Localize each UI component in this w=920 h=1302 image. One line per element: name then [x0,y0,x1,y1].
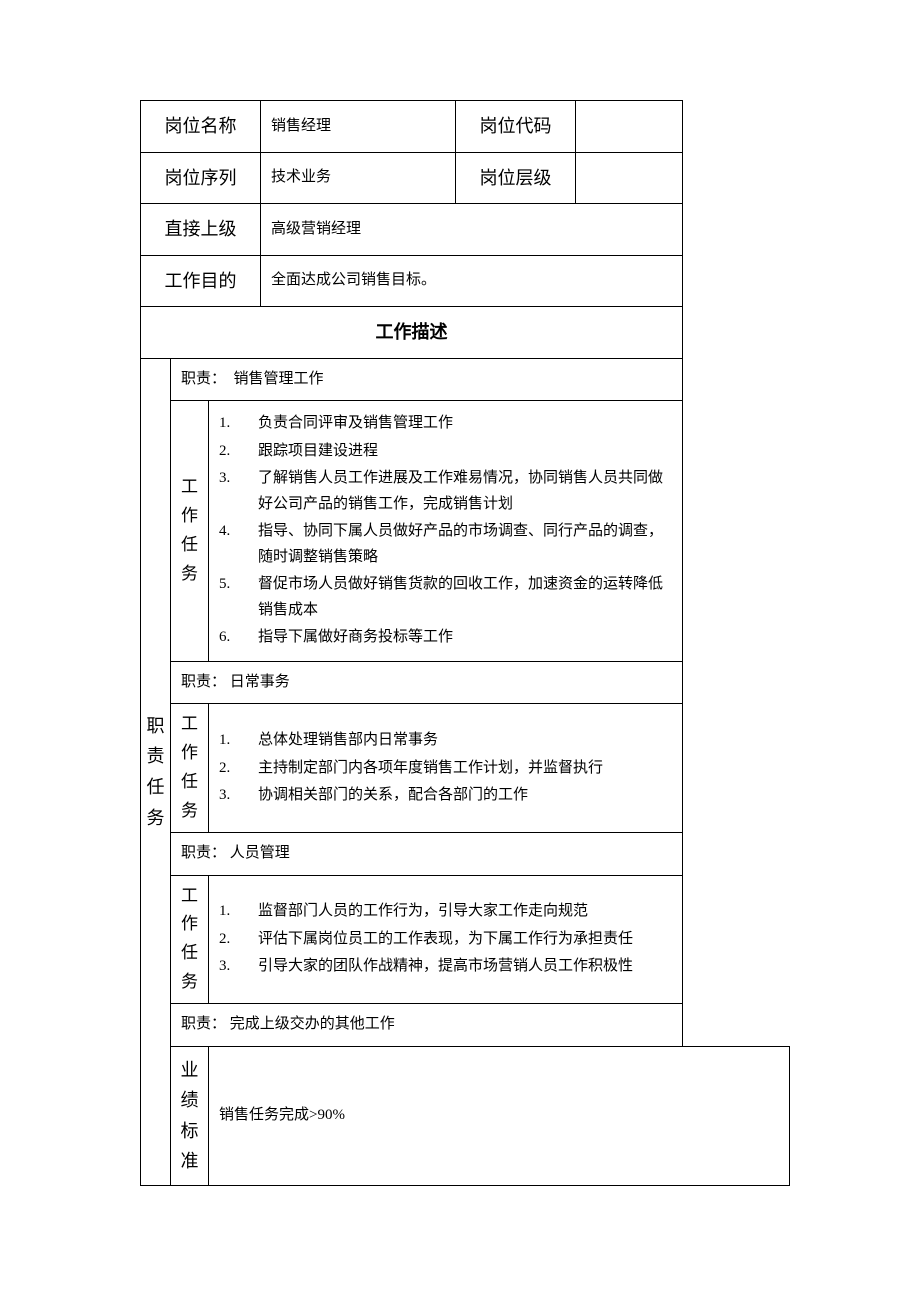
side-performance: 业 绩 标 准 [171,1046,209,1185]
heading-work-description: 工作描述 [141,307,683,359]
side-perf-c3: 标 [175,1116,204,1147]
duty-0-task-cell: 负责合同评审及销售管理工作 跟踪项目建设进程 了解销售人员工作进展及工作难易情况… [209,401,683,662]
side-perf-c4: 准 [175,1146,204,1177]
duty-prefix-3: 职责： [181,1016,226,1032]
side-perf-c2: 绩 [175,1085,204,1116]
value-purpose: 全面达成公司销售目标。 [261,255,683,307]
row-duty-2-title: 职责： 人员管理 [141,833,790,876]
duty-1-task-cell: 总体处理销售部内日常事务 主持制定部门内各项年度销售工作计划，并监督执行 协调相… [209,704,683,833]
task-label-0: 工作任务 [171,401,209,662]
value-position-sequence: 技术业务 [261,152,456,204]
duty-0-task-list: 负责合同评审及销售管理工作 跟踪项目建设进程 了解销售人员工作进展及工作难易情况… [219,411,672,651]
task-item: 总体处理销售部内日常事务 [219,728,672,754]
task-item: 了解销售人员工作进展及工作难易情况，协同销售人员共同做好公司产品的销售工作，完成… [219,466,672,517]
duty-0-title: 销售管理工作 [234,371,324,387]
task-item: 评估下属岗位员工的工作表现，为下属工作行为承担责任 [219,927,672,953]
duty-1-title: 日常事务 [230,674,290,690]
job-description-table: 岗位名称 销售经理 岗位代码 岗位序列 技术业务 岗位层级 直接上级 高级营销经… [140,100,790,1186]
task-item: 指导下属做好商务投标等工作 [219,625,672,651]
task-item: 督促市场人员做好销售货款的回收工作，加速资金的运转降低销售成本 [219,572,672,623]
row-position-name: 岗位名称 销售经理 岗位代码 [141,101,790,153]
row-purpose: 工作目的 全面达成公司销售目标。 [141,255,790,307]
task-item: 监督部门人员的工作行为，引导大家工作走向规范 [219,899,672,925]
duty-prefix-2: 职责： [181,845,226,861]
duty-0-header: 职责： 销售管理工作 [171,358,683,401]
duty-2-title: 人员管理 [230,845,290,861]
duty-prefix-0: 职责： [181,371,226,387]
task-label-2: 工作任务 [171,875,209,1004]
row-duty-2-tasks: 工作任务 监督部门人员的工作行为，引导大家工作走向规范 评估下属岗位员工的工作表… [141,875,790,1004]
row-duty-0-tasks: 工作任务 负责合同评审及销售管理工作 跟踪项目建设进程 了解销售人员工作进展及工… [141,401,790,662]
task-item: 引导大家的团队作战精神，提高市场营销人员工作积极性 [219,954,672,980]
label-position-code: 岗位代码 [456,101,576,153]
side-duties-c3: 任 [145,772,166,803]
task-item: 主持制定部门内各项年度销售工作计划，并监督执行 [219,756,672,782]
duty-2-task-list: 监督部门人员的工作行为，引导大家工作走向规范 评估下属岗位员工的工作表现，为下属… [219,899,672,980]
task-item: 协调相关部门的关系，配合各部门的工作 [219,783,672,809]
document-page: 岗位名称 销售经理 岗位代码 岗位序列 技术业务 岗位层级 直接上级 高级营销经… [0,0,920,1186]
duty-3-title: 完成上级交办的其他工作 [230,1016,395,1032]
duty-2-header: 职责： 人员管理 [171,833,683,876]
duty-1-task-list: 总体处理销售部内日常事务 主持制定部门内各项年度销售工作计划，并监督执行 协调相… [219,728,672,809]
label-purpose: 工作目的 [141,255,261,307]
duty-2-task-cell: 监督部门人员的工作行为，引导大家工作走向规范 评估下属岗位员工的工作表现，为下属… [209,875,683,1004]
row-position-sequence: 岗位序列 技术业务 岗位层级 [141,152,790,204]
label-position-name: 岗位名称 [141,101,261,153]
value-position-code [576,101,683,153]
value-position-name: 销售经理 [261,101,456,153]
task-item: 跟踪项目建设进程 [219,439,672,465]
label-position-sequence: 岗位序列 [141,152,261,204]
row-duty-1-tasks: 工作任务 总体处理销售部内日常事务 主持制定部门内各项年度销售工作计划，并监督执… [141,704,790,833]
duty-prefix-1: 职责： [181,674,226,690]
row-performance: 业 绩 标 准 销售任务完成>90% [141,1046,790,1185]
row-duty-1-title: 职责： 日常事务 [141,661,790,704]
task-label-1: 工作任务 [171,704,209,833]
row-supervisor: 直接上级 高级营销经理 [141,204,790,256]
task-item: 负责合同评审及销售管理工作 [219,411,672,437]
row-duty-0-title: 职 责 任 务 职责： 销售管理工作 [141,358,790,401]
side-duties-c1: 职 [145,711,166,742]
value-supervisor: 高级营销经理 [261,204,683,256]
performance-value: 销售任务完成>90% [209,1046,790,1185]
task-item: 指导、协同下属人员做好产品的市场调查、同行产品的调查，随时调整销售策略 [219,519,672,570]
value-position-level [576,152,683,204]
label-position-level: 岗位层级 [456,152,576,204]
row-work-desc-header: 工作描述 [141,307,790,359]
side-duties: 职 责 任 务 [141,358,171,1185]
duty-1-header: 职责： 日常事务 [171,661,683,704]
side-duties-c4: 务 [145,803,166,834]
side-duties-c2: 责 [145,741,166,772]
label-supervisor: 直接上级 [141,204,261,256]
duty-3-header: 职责： 完成上级交办的其他工作 [171,1004,683,1047]
row-duty-3-title: 职责： 完成上级交办的其他工作 [141,1004,790,1047]
side-perf-c1: 业 [175,1055,204,1086]
